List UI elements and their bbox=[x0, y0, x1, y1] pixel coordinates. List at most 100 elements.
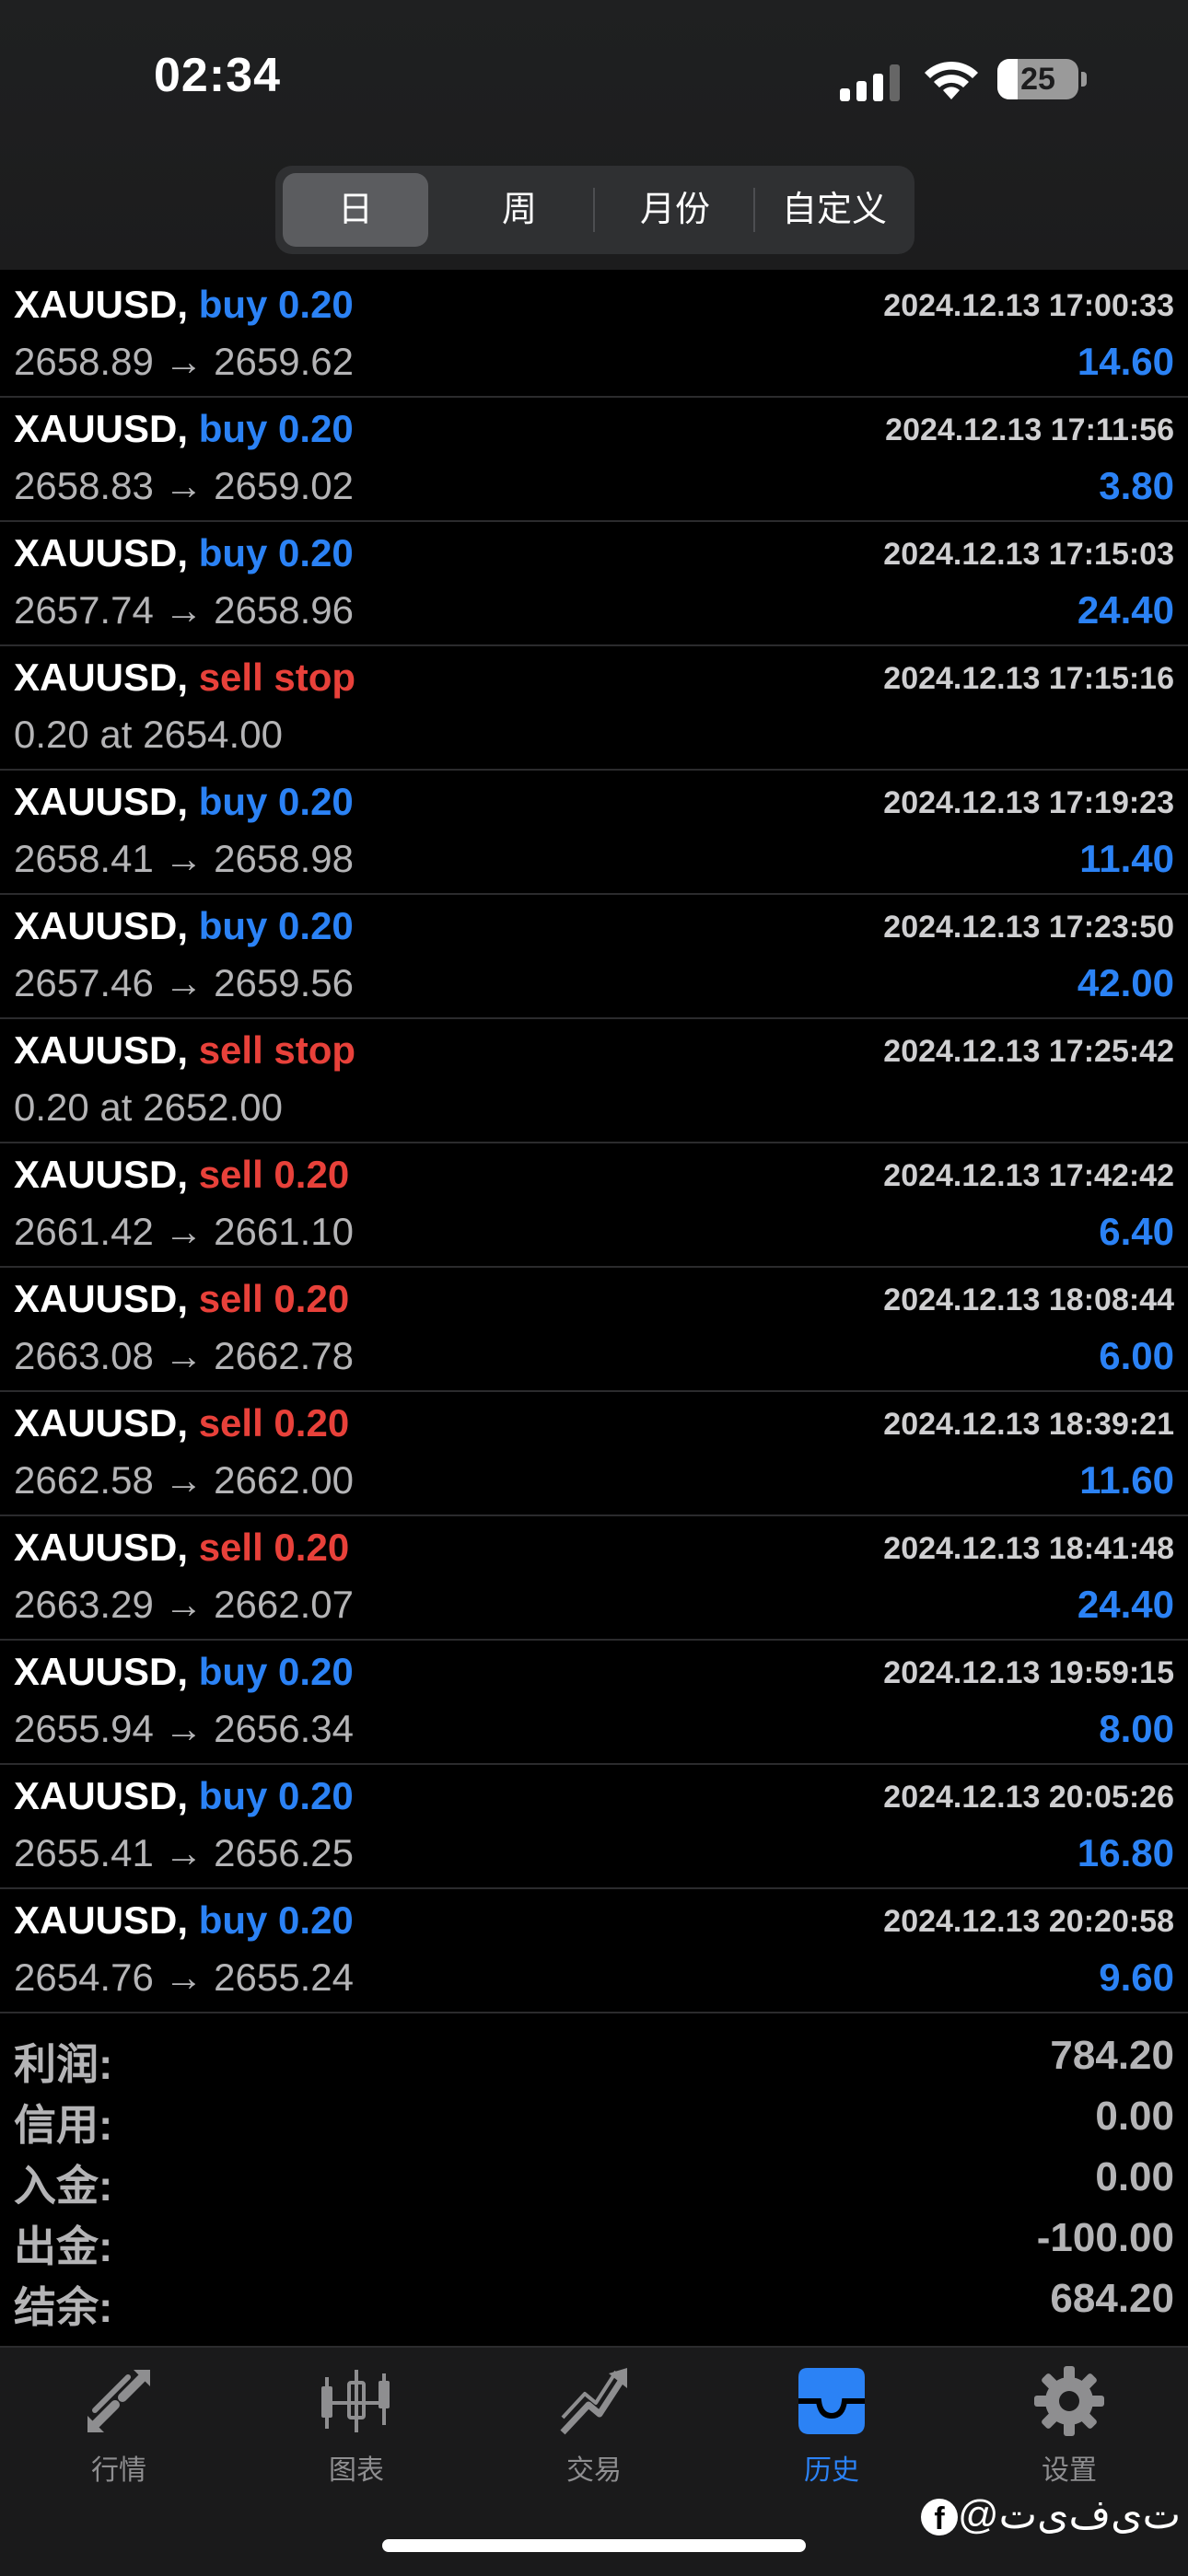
top-header: 02:34 25 日 周 月份 自定义 bbox=[0, 0, 1188, 270]
row-symbol: XAUUSD, sell 0.20 bbox=[14, 1401, 349, 1445]
facebook-icon: f bbox=[921, 2499, 958, 2536]
row-prices: 2657.74 → 2658.96 bbox=[14, 588, 354, 632]
row-symbol: XAUUSD, buy 0.20 bbox=[14, 283, 354, 327]
order-action: buy 0.20 bbox=[198, 1650, 354, 1693]
summary-value: 0.00 bbox=[1095, 2094, 1174, 2139]
symbol-text: XAUUSD, bbox=[14, 1401, 189, 1445]
table-row[interactable]: XAUUSD, buy 0.20 2024.12.13 19:59:15 2655.… bbox=[0, 1641, 1188, 1765]
symbol-text: XAUUSD, bbox=[14, 780, 189, 823]
row-timestamp: 2024.12.13 17:25:42 bbox=[883, 1034, 1174, 1069]
table-row[interactable]: XAUUSD, buy 0.20 2024.12.13 17:23:50 2657.… bbox=[0, 895, 1188, 1019]
row-profit: 3.80 bbox=[1099, 464, 1174, 507]
row-timestamp: 2024.12.13 20:20:58 bbox=[883, 1904, 1174, 1939]
summary-value: -100.00 bbox=[1036, 2215, 1174, 2260]
row-profit: 11.60 bbox=[1079, 1458, 1174, 1502]
symbol-text: XAUUSD, bbox=[14, 531, 189, 574]
row-profit: 24.40 bbox=[1077, 1583, 1174, 1626]
row-profit: 9.60 bbox=[1099, 1955, 1174, 1999]
wifi-icon bbox=[925, 61, 978, 99]
tab-chart[interactable]: 图表 bbox=[238, 2364, 475, 2486]
tab-quotes[interactable]: 行情 bbox=[0, 2364, 238, 2486]
home-indicator[interactable] bbox=[382, 2539, 806, 2552]
summary-value: 784.20 bbox=[1050, 2033, 1174, 2078]
table-row[interactable]: XAUUSD, buy 0.20 2024.12.13 17:15:03 2657.… bbox=[0, 522, 1188, 646]
table-row[interactable]: XAUUSD, sell stop 2024.12.13 17:15:16 0.20… bbox=[0, 646, 1188, 771]
row-timestamp: 2024.12.13 17:23:50 bbox=[883, 910, 1174, 945]
row-profit: 6.00 bbox=[1099, 1334, 1174, 1377]
row-prices: 0.20 at 2654.00 bbox=[14, 713, 283, 756]
battery-icon: 25 bbox=[997, 59, 1078, 99]
order-action: buy 0.20 bbox=[198, 407, 354, 450]
row-prices: 2658.83 → 2659.02 bbox=[14, 464, 354, 507]
table-row[interactable]: XAUUSD, sell 0.20 2024.12.13 17:42:42 2661… bbox=[0, 1143, 1188, 1268]
table-row[interactable]: XAUUSD, buy 0.20 2024.12.13 17:00:33 2658.… bbox=[0, 273, 1188, 398]
row-symbol: XAUUSD, sell 0.20 bbox=[14, 1526, 349, 1570]
summary-value: 684.20 bbox=[1050, 2276, 1174, 2321]
row-symbol: XAUUSD, sell stop bbox=[14, 1028, 355, 1073]
row-timestamp: 2024.12.13 17:00:33 bbox=[883, 288, 1174, 323]
table-row[interactable]: XAUUSD, sell 0.20 2024.12.13 18:08:44 2663… bbox=[0, 1268, 1188, 1392]
table-row[interactable]: XAUUSD, buy 0.20 2024.12.13 20:20:58 2654.… bbox=[0, 1889, 1188, 2013]
segment-day[interactable]: 日 bbox=[283, 173, 428, 247]
summary-row: 信用: 0.00 bbox=[0, 2086, 1188, 2149]
tab-label: 行情 bbox=[91, 2455, 146, 2486]
order-action: sell 0.20 bbox=[198, 1277, 350, 1320]
row-prices: 2655.41 → 2656.25 bbox=[14, 1831, 354, 1874]
quotes-arrows-icon bbox=[87, 2370, 150, 2432]
tab-label: 设置 bbox=[1042, 2455, 1097, 2486]
row-profit: 14.60 bbox=[1077, 340, 1174, 383]
symbol-text: XAUUSD, bbox=[14, 1028, 189, 1072]
symbol-text: XAUUSD, bbox=[14, 656, 189, 699]
order-action: sell 0.20 bbox=[198, 1526, 350, 1569]
symbol-text: XAUUSD, bbox=[14, 1526, 189, 1569]
row-symbol: XAUUSD, buy 0.20 bbox=[14, 1898, 354, 1943]
row-symbol: XAUUSD, sell 0.20 bbox=[14, 1153, 349, 1197]
symbol-text: XAUUSD, bbox=[14, 407, 189, 450]
watermark: f @ت‌ی‌ف‌ی‌ت bbox=[921, 2491, 1181, 2538]
order-action: buy 0.20 bbox=[198, 904, 354, 947]
tab-trade[interactable]: 交易 bbox=[475, 2364, 713, 2486]
summary-value: 0.00 bbox=[1095, 2154, 1174, 2199]
status-time: 02:34 bbox=[154, 49, 281, 102]
summary-row: 出金: -100.00 bbox=[0, 2208, 1188, 2270]
row-timestamp: 2024.12.13 17:15:03 bbox=[883, 537, 1174, 572]
tab-settings[interactable]: 设置 bbox=[950, 2364, 1188, 2486]
period-segmented-control: 日 周 月份 自定义 bbox=[275, 166, 914, 254]
segment-month[interactable]: 月份 bbox=[602, 173, 748, 247]
summary-row: 结余: 684.20 bbox=[0, 2269, 1188, 2331]
symbol-text: XAUUSD, bbox=[14, 904, 189, 947]
summary-label: 利润: bbox=[14, 2040, 113, 2088]
order-action: buy 0.20 bbox=[198, 1898, 354, 1942]
segment-week[interactable]: 周 bbox=[447, 173, 592, 247]
table-row[interactable]: XAUUSD, sell 0.20 2024.12.13 18:39:21 2662… bbox=[0, 1392, 1188, 1516]
cellular-signal-icon bbox=[840, 64, 901, 101]
tab-history[interactable]: 历史 bbox=[713, 2364, 950, 2486]
order-action: buy 0.20 bbox=[198, 780, 354, 823]
table-row[interactable]: XAUUSD, sell 0.20 2024.12.13 18:41:48 2663… bbox=[0, 1516, 1188, 1641]
row-timestamp: 2024.12.13 17:19:23 bbox=[883, 785, 1174, 820]
summary-row: 利润: 784.20 bbox=[0, 2025, 1188, 2088]
symbol-text: XAUUSD, bbox=[14, 283, 189, 326]
row-timestamp: 2024.12.13 20:05:26 bbox=[883, 1780, 1174, 1815]
row-prices: 2657.46 → 2659.56 bbox=[14, 961, 354, 1004]
summary-label: 结余: bbox=[14, 2283, 113, 2331]
table-row[interactable]: XAUUSD, buy 0.20 2024.12.13 17:19:23 2658.… bbox=[0, 771, 1188, 895]
trade-trend-icon bbox=[560, 2368, 627, 2435]
symbol-text: XAUUSD, bbox=[14, 1650, 189, 1693]
row-prices: 2658.41 → 2658.98 bbox=[14, 837, 354, 880]
battery-tip bbox=[1081, 72, 1087, 87]
tab-label: 交易 bbox=[566, 2455, 622, 2486]
table-row[interactable]: XAUUSD, sell stop 2024.12.13 17:25:42 0.20… bbox=[0, 1019, 1188, 1143]
table-row[interactable]: XAUUSD, buy 0.20 2024.12.13 17:11:56 2658.… bbox=[0, 398, 1188, 522]
row-symbol: XAUUSD, sell 0.20 bbox=[14, 1277, 349, 1321]
segment-custom[interactable]: 自定义 bbox=[762, 173, 907, 247]
table-row[interactable]: XAUUSD, buy 0.20 2024.12.13 20:05:26 2655.… bbox=[0, 1765, 1188, 1889]
row-prices: 2662.58 → 2662.00 bbox=[14, 1458, 354, 1502]
row-symbol: XAUUSD, buy 0.20 bbox=[14, 780, 354, 824]
row-prices: 2658.89 → 2659.62 bbox=[14, 340, 354, 383]
watermark-text: @ت‌ی‌ف‌ی‌ت bbox=[958, 2492, 1182, 2537]
row-symbol: XAUUSD, buy 0.20 bbox=[14, 1650, 354, 1694]
history-list: XAUUSD, buy 0.20 2024.12.13 17:00:33 2658.… bbox=[0, 273, 1188, 2013]
tab-label: 历史 bbox=[804, 2455, 859, 2486]
history-inbox-icon bbox=[798, 2368, 865, 2434]
